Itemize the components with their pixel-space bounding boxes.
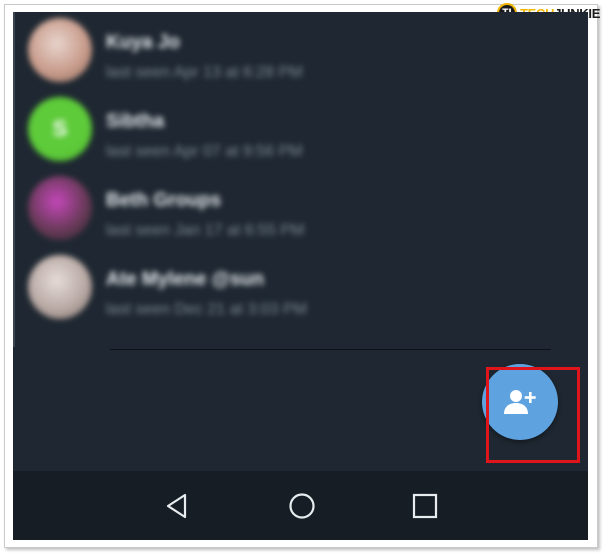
contact-last-seen: last seen Dec 21 at 3:03 PM <box>106 301 307 318</box>
list-divider <box>110 349 551 350</box>
contact-item[interactable]: Beth Groups last seen Jan 17 at 6:55 PM <box>13 162 588 240</box>
recents-square-icon[interactable] <box>410 491 440 521</box>
avatar-initial <box>28 176 92 240</box>
contact-name: Beth Groups <box>106 190 222 211</box>
avatar <box>28 255 92 319</box>
contact-name: Kuya Jo <box>106 32 180 53</box>
contact-item[interactable]: Ate Mylene @sun last seen Dec 21 at 3:03… <box>13 241 588 319</box>
contact-item[interactable]: S Sibtha last seen Apr 07 at 9:56 PM <box>13 83 588 161</box>
avatar-initial: S <box>52 116 68 141</box>
avatar: S <box>28 97 92 161</box>
contact-last-seen: last seen Apr 13 at 6:28 PM <box>106 64 303 81</box>
avatar-initial <box>28 18 92 82</box>
contact-name: Ate Mylene @sun <box>106 269 264 290</box>
back-triangle-icon[interactable] <box>163 491 193 521</box>
avatar-initial <box>28 255 92 319</box>
android-nav-bar <box>13 471 588 540</box>
contact-last-seen: last seen Jan 17 at 6:55 PM <box>106 222 305 239</box>
highlight-box <box>486 367 580 463</box>
avatar <box>28 176 92 240</box>
contact-name: Sibtha <box>106 111 165 132</box>
avatar <box>28 18 92 82</box>
home-circle-icon[interactable] <box>287 491 317 521</box>
contact-last-seen: last seen Apr 07 at 9:56 PM <box>106 143 303 160</box>
contact-item[interactable]: Kuya Jo last seen Apr 13 at 6:28 PM <box>13 12 588 82</box>
